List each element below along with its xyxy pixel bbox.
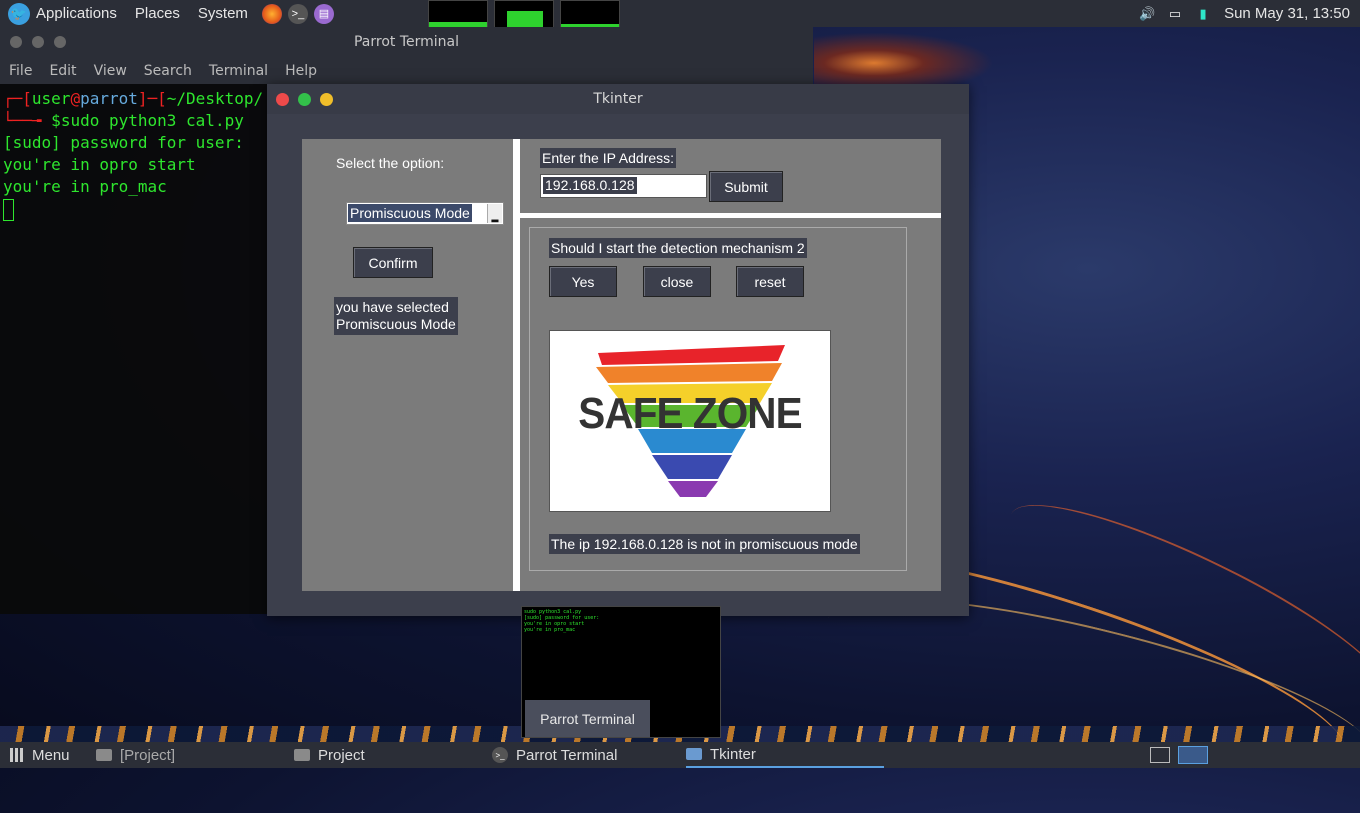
terminal-menubar: File Edit View Search Terminal Help [0, 57, 813, 84]
taskbar-item-tkinter[interactable]: Tkinter [686, 742, 884, 768]
terminal-line: [sudo] password for user: [3, 133, 244, 152]
yes-button[interactable]: Yes [549, 266, 617, 297]
reset-button[interactable]: reset [736, 266, 804, 297]
selected-mode-label: you have selected Promiscuous Mode [334, 297, 458, 335]
option-panel: Select the option: Promiscuous Mode ▂ Co… [302, 139, 513, 591]
detection-question: Should I start the detection mechanism 2 [549, 238, 807, 258]
close-button[interactable]: close [643, 266, 711, 297]
prompt-host: parrot [80, 89, 138, 108]
taskbar-item-project-bracket[interactable]: [Project] [96, 742, 175, 768]
workspace-switcher[interactable] [1150, 742, 1208, 768]
volume-icon[interactable]: 🔊 [1139, 6, 1155, 21]
terminal-line: you're in opro start [3, 155, 196, 174]
terminal-icon[interactable]: >_ [287, 3, 308, 24]
maximize-icon[interactable] [32, 36, 44, 48]
system-menu[interactable]: System [198, 5, 248, 22]
terminal-icon: >_ [492, 747, 508, 763]
terminal-line: you're in pro_mac [3, 177, 167, 196]
workspace-icon[interactable] [1150, 747, 1170, 763]
close-icon[interactable] [10, 36, 22, 48]
window-icon [686, 748, 702, 760]
detection-panel: Should I start the detection mechanism 2… [520, 218, 941, 591]
ip-input[interactable]: 192.168.0.128 [540, 174, 707, 198]
terminal-titlebar[interactable]: Parrot Terminal [0, 27, 813, 57]
workspace-active-icon[interactable] [1178, 746, 1208, 764]
folder-icon [294, 749, 310, 761]
combobox-value: Promiscuous Mode [348, 204, 472, 222]
tkinter-window[interactable]: Tkinter Select the option: Promiscuous M… [267, 84, 969, 616]
close-icon[interactable] [276, 92, 289, 106]
terminal-cursor [3, 198, 14, 221]
network-monitor[interactable] [560, 0, 620, 28]
menu-file[interactable]: File [9, 63, 32, 79]
chevron-down-icon[interactable]: ▂ [487, 204, 502, 223]
result-label: The ip 192.168.0.128 is not in promiscuo… [549, 534, 860, 554]
menu-help[interactable]: Help [285, 63, 317, 79]
prompt-path: ~/Desktop/ [166, 89, 264, 108]
menu-search[interactable]: Search [144, 63, 192, 79]
confirm-button[interactable]: Confirm [353, 247, 433, 278]
safe-zone-image: SAFE ZONE [549, 330, 831, 512]
vertical-divider [513, 139, 520, 591]
select-option-label: Select the option: [336, 155, 445, 171]
taskbar: Menu [Project] Project >_ Parrot Termina… [0, 742, 1360, 768]
battery-icon[interactable]: ▮ [1196, 6, 1210, 21]
display-icon[interactable]: ▭ [1168, 6, 1182, 21]
clock[interactable]: Sun May 31, 13:50 [1224, 5, 1350, 22]
menu-terminal[interactable]: Terminal [209, 63, 268, 79]
safe-zone-text: SAFE ZONE [578, 389, 802, 438]
cpu-monitor[interactable] [428, 0, 488, 28]
wallpaper-splash [814, 27, 1014, 87]
prompt-user: user [31, 89, 71, 108]
top-panel: 🐦 Applications Places System >_ ▤ 🔊 ▭ ▮ … [0, 0, 1360, 28]
grid-icon [10, 748, 24, 762]
preview-label[interactable]: Parrot Terminal [525, 700, 650, 737]
ip-label: Enter the IP Address: [540, 148, 677, 168]
places-menu[interactable]: Places [135, 5, 180, 22]
tkinter-titlebar[interactable]: Tkinter [267, 84, 969, 114]
minimize-icon[interactable] [320, 92, 333, 106]
menu-edit[interactable]: Edit [49, 63, 76, 79]
minimize-icon[interactable] [54, 36, 66, 48]
detection-frame: Should I start the detection mechanism 2… [529, 227, 907, 571]
submit-button[interactable]: Submit [709, 171, 783, 202]
parrot-logo-icon[interactable]: 🐦 [8, 2, 30, 25]
terminal-title: Parrot Terminal [353, 34, 460, 50]
taskbar-menu-button[interactable]: Menu [10, 742, 70, 768]
taskbar-item-parrot-terminal[interactable]: >_ Parrot Terminal [492, 742, 617, 768]
system-monitors[interactable] [428, 0, 620, 28]
memory-monitor[interactable] [494, 0, 554, 28]
maximize-icon[interactable] [298, 92, 311, 106]
text-editor-icon[interactable]: ▤ [313, 3, 334, 24]
mode-combobox[interactable]: Promiscuous Mode ▂ [346, 202, 504, 225]
firefox-icon[interactable] [261, 3, 282, 24]
ip-panel: Enter the IP Address: 192.168.0.128 Subm… [520, 139, 941, 213]
taskbar-item-project[interactable]: Project [294, 742, 365, 768]
tkinter-title: Tkinter [593, 91, 643, 107]
menu-view[interactable]: View [94, 63, 127, 79]
folder-icon [96, 749, 112, 761]
applications-menu[interactable]: Applications [36, 5, 117, 22]
terminal-command: sudo python3 cal.py [60, 111, 244, 130]
